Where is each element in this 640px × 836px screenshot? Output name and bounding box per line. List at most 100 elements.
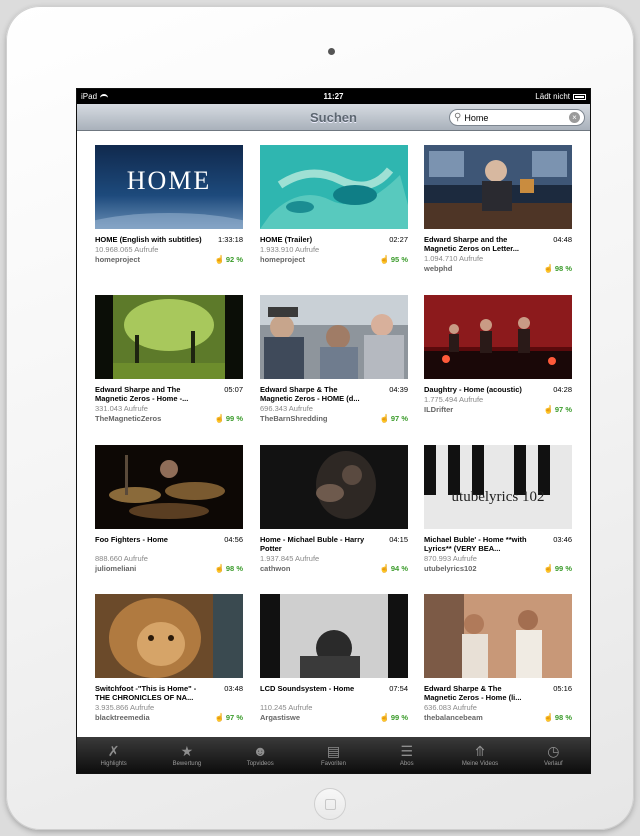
channel-name[interactable]: juliomeliani — [95, 564, 136, 573]
rating-value: 98 % — [554, 264, 572, 273]
view-count: 1.094.710 Aufrufe — [424, 254, 484, 263]
search-input[interactable]: ⚲ Home × — [449, 109, 585, 126]
clear-search-icon[interactable]: × — [569, 112, 580, 123]
video-thumbnail[interactable] — [260, 145, 408, 229]
thumbs-up-icon: ☝ — [379, 414, 390, 423]
video-thumbnail[interactable] — [424, 594, 572, 678]
video-title[interactable]: Daughtry - Home (acoustic) — [424, 385, 536, 394]
rating-value: 92 % — [225, 255, 243, 264]
thumbs-up-icon: ☝ — [543, 264, 554, 273]
video-thumbnail[interactable] — [95, 445, 243, 529]
tab-meine-videos[interactable]: ⤊ Meine Videos — [443, 737, 516, 773]
video-title[interactable]: Switchfoot -"This is Home" - THE CHRONIC… — [95, 684, 207, 702]
video-thumbnail[interactable] — [424, 295, 572, 379]
video-card[interactable]: Switchfoot -"This is Home" - THE CHRONIC… — [95, 594, 243, 722]
video-card[interactable]: utubelyrics 102 Michael Buble' - Home **… — [424, 445, 572, 573]
video-title[interactable]: HOME (English with subtitles) — [95, 235, 207, 244]
channel-name[interactable]: ILDrifter — [424, 405, 453, 414]
channel-name[interactable]: cathwon — [260, 564, 290, 573]
thumbs-up-icon: ☝ — [379, 713, 390, 722]
tab-abos[interactable]: ☰ Abos — [370, 737, 443, 773]
video-card[interactable]: Daughtry - Home (acoustic) 04:28 1.775.49… — [424, 295, 572, 414]
video-card[interactable]: HOME HOME (English with subtitles) 1:33:1… — [95, 145, 243, 264]
video-duration: 03:48 — [224, 684, 243, 693]
charging-status: Lädt nicht — [535, 92, 570, 101]
channel-name[interactable]: homeproject — [260, 255, 305, 264]
tab-label: Topvideos — [246, 760, 274, 767]
navigation-bar: Suchen ⚲ Home × — [77, 104, 590, 131]
video-title[interactable]: Michael Buble' - Home **with Lyrics** (V… — [424, 535, 536, 553]
tab-highlights[interactable]: ✗ Highlights — [77, 737, 150, 773]
video-card[interactable]: Edward Sharpe & The Magnetic Zeros - Hom… — [424, 594, 572, 722]
video-title[interactable]: Edward Sharpe & The Magnetic Zeros - Hom… — [424, 684, 536, 702]
video-title[interactable]: LCD Soundsystem - Home — [260, 684, 372, 693]
home-button[interactable] — [314, 788, 346, 820]
tab-label: Bewertung — [172, 760, 202, 767]
channel-name[interactable]: homeproject — [95, 255, 140, 264]
channel-name[interactable]: utubelyrics102 — [424, 564, 477, 573]
video-duration: 04:48 — [553, 235, 572, 244]
video-title[interactable]: Edward Sharpe and The Magnetic Zeros - H… — [95, 385, 207, 403]
book-icon: ▤ — [326, 742, 341, 759]
video-thumbnail[interactable] — [260, 445, 408, 529]
video-thumbnail[interactable] — [260, 295, 408, 379]
tab-verlauf[interactable]: ◷ Verlauf — [517, 737, 590, 773]
ipad-frame: iPad 11:27 Lädt nicht Suchen ⚲ Home × HO… — [6, 6, 634, 830]
channel-name[interactable]: TheBarnShredding — [260, 414, 328, 423]
thumbs-up-icon: ☝ — [543, 713, 554, 722]
thumbs-up-icon: ☝ — [214, 713, 225, 722]
video-title[interactable]: Foo Fighters - Home — [95, 535, 207, 544]
channel-name[interactable]: webphd — [424, 264, 452, 273]
search-icon: ⚲ — [454, 112, 462, 123]
clock-icon: ◷ — [547, 742, 560, 759]
tab-favoriten[interactable]: ▤ Favoriten — [297, 737, 370, 773]
video-thumbnail[interactable]: HOME — [95, 145, 243, 229]
rating-value: 97 % — [554, 405, 572, 414]
star-icon: ★ — [180, 742, 194, 759]
video-duration: 04:28 — [553, 385, 572, 394]
video-card[interactable]: Edward Sharpe and The Magnetic Zeros - H… — [95, 295, 243, 423]
rating-value: 98 % — [225, 564, 243, 573]
video-card[interactable]: LCD Soundsystem - Home 07:54 110.245 Aufr… — [260, 594, 408, 722]
channel-name[interactable]: thebalancebeam — [424, 713, 483, 722]
home-square-icon — [325, 799, 336, 810]
rating-value: 99 % — [554, 564, 572, 573]
video-title[interactable]: Edward Sharpe and the Magnetic Zeros on … — [424, 235, 536, 253]
tab-bar: ✗ Highlights ★ Bewertung ☻ Topvideos ▤ F… — [77, 737, 590, 773]
rating-value: 99 % — [225, 414, 243, 423]
thumbs-up-icon: ☝ — [214, 564, 225, 573]
tab-label: Favoriten — [320, 760, 346, 767]
clock: 11:27 — [323, 92, 344, 101]
channel-name[interactable]: Argastiswe — [260, 713, 300, 722]
video-thumbnail[interactable]: utubelyrics 102 — [424, 445, 572, 529]
rating: ☝ 97 % — [215, 713, 243, 722]
rating: ☝ 98 % — [544, 713, 572, 722]
view-count: 636.083 Aufrufe — [424, 703, 477, 712]
screen: iPad 11:27 Lädt nicht Suchen ⚲ Home × HO… — [76, 88, 591, 774]
tab-label: Verlauf — [543, 760, 563, 767]
video-title[interactable]: HOME (Trailer) — [260, 235, 372, 244]
video-card[interactable]: Home - Michael Buble - Harry Potter 04:15… — [260, 445, 408, 573]
search-query[interactable]: Home — [464, 113, 569, 123]
rating-value: 94 % — [390, 564, 408, 573]
video-duration: 04:39 — [389, 385, 408, 394]
video-card[interactable]: Edward Sharpe & The Magnetic Zeros - HOM… — [260, 295, 408, 423]
video-thumbnail[interactable] — [260, 594, 408, 678]
video-thumbnail[interactable] — [95, 594, 243, 678]
video-duration: 05:07 — [224, 385, 243, 394]
video-thumbnail[interactable] — [424, 145, 572, 229]
video-thumbnail[interactable] — [95, 295, 243, 379]
status-bar: iPad 11:27 Lädt nicht — [77, 89, 590, 104]
channel-name[interactable]: blacktreemedia — [95, 713, 150, 722]
video-card[interactable]: HOME (Trailer) 02:27 1.933.910 Aufrufe ho… — [260, 145, 408, 264]
tab-topvideos[interactable]: ☻ Topvideos — [224, 737, 297, 773]
tab-bewertung[interactable]: ★ Bewertung — [150, 737, 223, 773]
video-duration: 1:33:18 — [217, 235, 243, 244]
video-card[interactable]: Edward Sharpe and the Magnetic Zeros on … — [424, 145, 572, 273]
channel-name[interactable]: TheMagneticZeros — [95, 414, 161, 423]
video-title[interactable]: Edward Sharpe & The Magnetic Zeros - HOM… — [260, 385, 372, 403]
view-count: 110.245 Aufrufe — [260, 703, 313, 712]
video-card[interactable]: Foo Fighters - Home 04:56 888.660 Aufrufe… — [95, 445, 243, 573]
video-title[interactable]: Home - Michael Buble - Harry Potter — [260, 535, 372, 553]
thumbs-up-icon: ☝ — [214, 255, 225, 264]
